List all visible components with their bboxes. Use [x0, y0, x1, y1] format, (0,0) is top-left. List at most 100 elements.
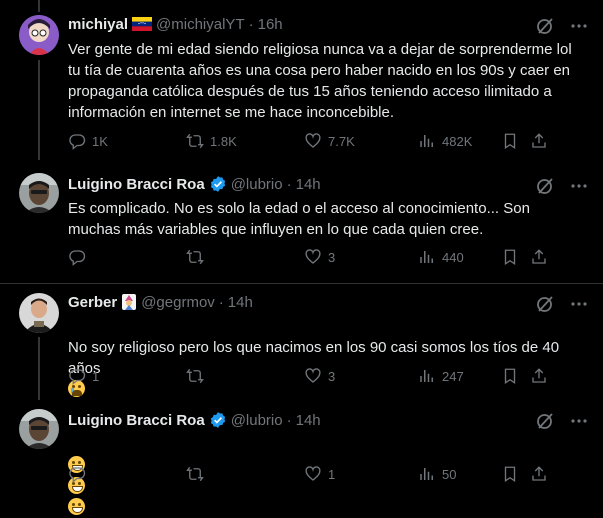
like-count: 7.7K	[328, 133, 355, 149]
grinning-face-emoji-icon	[68, 498, 85, 515]
bookmark-button[interactable]	[501, 367, 519, 385]
user-handle[interactable]: @lubrio	[231, 176, 283, 193]
separator-dot: ·	[248, 15, 254, 33]
thread-line	[38, 337, 40, 400]
retweet-icon	[186, 133, 204, 149]
timestamp[interactable]: 14h	[296, 412, 321, 429]
avatar[interactable]	[19, 15, 59, 55]
views-count: 50	[442, 466, 457, 482]
tweet-3[interactable]: Gerber @gegrmov · 14h No soy religioso p…	[0, 284, 603, 400]
reply-icon	[69, 467, 86, 483]
views-count: 482K	[442, 133, 473, 149]
timestamp[interactable]: 14h	[296, 176, 321, 193]
views-chart-icon	[420, 370, 433, 382]
views-button[interactable]: 440	[418, 248, 464, 266]
views-chart-icon	[420, 251, 433, 263]
tweet-text-block: No soy religioso pero los que nacimos en…	[68, 316, 593, 400]
tweet-actions: 1 50	[68, 465, 591, 485]
tweet-header: Luigino Bracci Roa @lubrio · 14h	[68, 410, 321, 430]
tweet-actions: 3 440	[68, 248, 591, 268]
like-button[interactable]: 3	[304, 367, 335, 385]
share-icon	[532, 249, 546, 264]
share-button[interactable]	[530, 465, 548, 483]
heart-icon	[305, 368, 321, 383]
reply-count: 1	[92, 368, 100, 384]
more-options-icon[interactable]	[569, 411, 589, 436]
bookmark-button[interactable]	[501, 465, 519, 483]
share-icon	[532, 368, 546, 383]
reply-button[interactable]: 1	[68, 367, 99, 385]
like-button[interactable]: 1	[304, 465, 335, 483]
separator-dot: ·	[286, 175, 292, 193]
reply-icon	[69, 134, 86, 150]
reply-count: 1K	[92, 133, 108, 149]
share-icon	[532, 133, 546, 148]
views-chart-icon	[420, 135, 433, 147]
separator-dot: ·	[218, 293, 224, 311]
reply-button[interactable]: 1K	[68, 132, 108, 150]
tweet-top-icons	[535, 411, 589, 436]
tweet-actions: 1 3 247	[68, 367, 591, 387]
retweet-button[interactable]: 1.8K	[186, 132, 237, 150]
heart-icon	[305, 249, 321, 264]
bookmark-icon	[504, 249, 516, 266]
timestamp[interactable]: 14h	[228, 294, 253, 311]
retweet-button[interactable]	[186, 465, 210, 483]
views-chart-icon	[420, 468, 433, 480]
views-button[interactable]: 247	[418, 367, 464, 385]
avatar[interactable]	[19, 293, 59, 333]
user-handle[interactable]: @gegrmov	[141, 294, 215, 311]
views-button[interactable]: 482K	[418, 132, 472, 150]
share-icon	[532, 466, 546, 481]
separator-dot: ·	[286, 411, 292, 429]
tweet-header: Luigino Bracci Roa @lubrio · 14h	[68, 174, 321, 194]
reply-button[interactable]	[68, 248, 92, 266]
like-button[interactable]: 7.7K	[304, 132, 355, 150]
display-name[interactable]: Gerber	[68, 294, 117, 311]
share-button[interactable]	[530, 367, 548, 385]
views-count: 440	[442, 249, 464, 265]
thread-line	[38, 0, 40, 12]
display-name[interactable]: Luigino Bracci Roa	[68, 176, 205, 193]
avatar[interactable]	[19, 173, 59, 213]
grok-icon[interactable]	[535, 411, 555, 436]
bookmark-button[interactable]	[501, 132, 519, 150]
tweet-text: Es complicado. No es solo la edad o el a…	[68, 200, 530, 238]
timestamp[interactable]: 16h	[258, 16, 283, 33]
views-count: 247	[442, 368, 464, 384]
bookmark-button[interactable]	[501, 248, 519, 266]
retweet-icon	[186, 368, 204, 384]
tweet-header: michiyal @michiyalYT · 16h	[68, 14, 283, 34]
share-button[interactable]	[530, 132, 548, 150]
mage-emoji-icon	[121, 293, 137, 311]
share-button[interactable]	[530, 248, 548, 266]
reply-button[interactable]	[68, 465, 92, 483]
display-name[interactable]: michiyal	[68, 16, 128, 33]
tweet-header: Gerber @gegrmov · 14h	[68, 292, 253, 312]
avatar[interactable]	[19, 409, 59, 449]
retweet-count: 1.8K	[210, 133, 237, 149]
tweet-1[interactable]: michiyal @michiyalYT · 16h Ver gente de …	[0, 0, 603, 160]
views-button[interactable]: 50	[418, 465, 456, 483]
retweet-icon	[186, 249, 204, 265]
retweet-button[interactable]	[186, 248, 210, 266]
tweet-2[interactable]: Luigino Bracci Roa @lubrio · 14h Es comp…	[0, 0, 603, 283]
tweet-4[interactable]: Luigino Bracci Roa @lubrio · 14h 1 50	[0, 400, 603, 515]
heart-icon	[305, 466, 321, 481]
more-options-icon[interactable]	[569, 16, 589, 41]
grok-icon[interactable]	[535, 16, 555, 41]
reply-icon	[69, 369, 86, 385]
user-handle[interactable]: @michiyalYT	[156, 16, 245, 33]
verified-badge-icon	[209, 411, 227, 429]
bookmark-icon	[504, 368, 516, 385]
bookmark-icon	[504, 466, 516, 483]
reply-icon	[69, 250, 86, 266]
tweet-top-icons	[535, 16, 589, 41]
retweet-button[interactable]	[186, 367, 210, 385]
tweet-actions: 1K 1.8K 7.7K 482K	[68, 132, 591, 152]
like-count: 1	[328, 466, 336, 482]
like-button[interactable]: 3	[304, 248, 335, 266]
display-name[interactable]: Luigino Bracci Roa	[68, 412, 205, 429]
like-count: 3	[328, 368, 336, 384]
user-handle[interactable]: @lubrio	[231, 412, 283, 429]
